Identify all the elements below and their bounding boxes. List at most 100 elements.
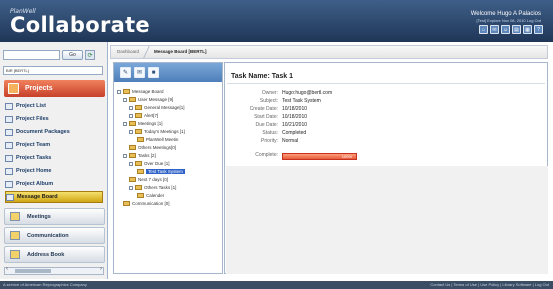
collapse-icon[interactable] bbox=[117, 89, 121, 94]
folder-icon bbox=[123, 201, 130, 207]
delete-icon[interactable]: ■ bbox=[148, 67, 159, 78]
tree-node[interactable]: Today's Meetings [1] bbox=[117, 128, 221, 136]
header-bar: PlanWell Collaborate Welcome Hugo A Pala… bbox=[0, 0, 553, 42]
scroll-left-icon[interactable]: ‹ bbox=[6, 266, 8, 272]
collapse-icon[interactable] bbox=[129, 161, 133, 166]
field-start-date: Start Date: 10/18/2010 bbox=[254, 114, 308, 120]
collapse-icon[interactable] bbox=[129, 185, 133, 190]
tree-node-selected[interactable]: Test Task System bbox=[117, 168, 221, 176]
mail-icon[interactable]: ✉ bbox=[490, 25, 499, 34]
tree-node[interactable]: PlanWell Meetin bbox=[117, 136, 221, 144]
file-icon bbox=[5, 115, 13, 123]
sidebar-item-project-album[interactable]: Project Album bbox=[5, 178, 103, 190]
sidebar-item-project-files[interactable]: Project Files bbox=[5, 113, 103, 125]
chart-icon[interactable]: ▤ bbox=[512, 25, 521, 34]
collapse-icon[interactable] bbox=[129, 113, 133, 118]
task-icon bbox=[137, 169, 144, 175]
category-address-book[interactable]: Address Book bbox=[4, 246, 105, 263]
refresh-icon[interactable]: ⟳ bbox=[85, 50, 95, 60]
go-button[interactable]: Go bbox=[62, 50, 83, 60]
tree-node[interactable]: Over Due [1] bbox=[117, 160, 221, 168]
sidebar: Go ⟳ BIR [BERTL] Projects Project List P… bbox=[0, 42, 108, 279]
breadcrumb-separator bbox=[136, 46, 150, 58]
folder-icon bbox=[129, 121, 136, 127]
sidebar-item-message-board[interactable]: Message Board bbox=[5, 191, 103, 203]
meeting-icon bbox=[137, 137, 144, 143]
brand-title: Collaborate bbox=[10, 13, 150, 37]
category-meetings[interactable]: Meetings bbox=[4, 208, 105, 225]
sidebar-item-project-home[interactable]: Project Home bbox=[5, 165, 103, 177]
folder-icon bbox=[129, 145, 136, 151]
folder-icon bbox=[135, 161, 142, 167]
print-icon[interactable]: ▦ bbox=[523, 25, 532, 34]
search-row: Go ⟳ bbox=[3, 50, 95, 60]
account-select[interactable]: BIR [BERTL] bbox=[3, 66, 103, 75]
folder-icon bbox=[129, 153, 136, 159]
sidebar-item-document-packages[interactable]: Document Packages bbox=[5, 126, 103, 138]
list-icon bbox=[5, 102, 13, 110]
field-status: Status: Completed bbox=[262, 130, 307, 136]
search-input[interactable] bbox=[3, 50, 60, 60]
tree-node[interactable]: Calender bbox=[117, 192, 221, 200]
home-icon[interactable]: ⌂ bbox=[479, 25, 488, 34]
collapse-icon[interactable] bbox=[129, 105, 133, 110]
footer: A service of American Reprographics Comp… bbox=[0, 281, 553, 289]
album-icon bbox=[5, 180, 13, 188]
new-message-icon[interactable]: ✎ bbox=[120, 67, 131, 78]
tree-node[interactable]: User Message [9] bbox=[117, 96, 221, 104]
email-icon[interactable]: ✉ bbox=[134, 67, 145, 78]
sidebar-item-project-list[interactable]: Project List bbox=[5, 100, 103, 112]
field-due-date: Due Date: 10/21/2010 bbox=[255, 122, 308, 128]
tasks-icon bbox=[5, 154, 13, 162]
folder-icon bbox=[129, 97, 136, 103]
tree-node[interactable]: General Message[1] bbox=[117, 104, 221, 112]
project-nav: Project List Project Files Document Pack… bbox=[5, 100, 103, 204]
tree-node[interactable]: Message Board bbox=[117, 88, 221, 96]
category-label: Meetings bbox=[27, 213, 51, 220]
projects-icon bbox=[8, 83, 19, 94]
breadcrumb-home[interactable]: Dashboard bbox=[117, 49, 139, 54]
category-label: Communication bbox=[27, 232, 69, 239]
header-icons: ⌂ ✉ ☺ ▤ ▦ ? bbox=[479, 25, 543, 34]
collapse-icon[interactable] bbox=[123, 97, 127, 102]
users-icon[interactable]: ☺ bbox=[501, 25, 510, 34]
divider bbox=[227, 83, 545, 84]
folder-icon bbox=[135, 185, 142, 191]
collapse-icon[interactable] bbox=[129, 129, 133, 134]
sidebar-scrollbar[interactable]: ‹ › bbox=[4, 266, 104, 275]
communication-icon bbox=[10, 231, 20, 240]
category-communication[interactable]: Communication bbox=[4, 227, 105, 244]
tree-toolbar: ✎ ✉ ■ bbox=[114, 63, 222, 82]
team-icon bbox=[5, 141, 13, 149]
task-detail-empty-area bbox=[226, 166, 548, 274]
meetings-icon bbox=[10, 212, 20, 221]
tree-node[interactable]: Communication [0] bbox=[117, 200, 221, 208]
tree-node[interactable]: Alert[7] bbox=[117, 112, 221, 120]
projects-section-header[interactable]: Projects bbox=[4, 80, 105, 97]
sidebar-item-project-team[interactable]: Project Team bbox=[5, 139, 103, 151]
folder-icon bbox=[135, 105, 142, 111]
tree-node[interactable]: Others Meetings[0] bbox=[117, 144, 221, 152]
help-icon[interactable]: ? bbox=[534, 25, 543, 34]
tree-node[interactable]: Next 7 days [0] bbox=[117, 176, 221, 184]
tree-node[interactable]: Others Tasks [1] bbox=[117, 184, 221, 192]
field-subject: Subject: Test Task System bbox=[259, 98, 321, 104]
collapse-icon[interactable] bbox=[123, 121, 127, 126]
scroll-right-icon[interactable]: › bbox=[100, 266, 102, 272]
tree-node[interactable]: Tasks [2] bbox=[117, 152, 221, 160]
progress-text: 100% bbox=[341, 154, 352, 159]
address-book-icon bbox=[10, 250, 20, 259]
footer-links[interactable]: Contact Us | Terms of Use | Use Policy |… bbox=[430, 281, 549, 289]
tree-node[interactable]: Meetings [1] bbox=[117, 120, 221, 128]
scroll-thumb[interactable] bbox=[15, 269, 51, 273]
collapse-icon[interactable] bbox=[123, 153, 127, 158]
field-create-date: Create Date: 10/18/2010 bbox=[249, 106, 308, 112]
welcome-text: Welcome Hugo A Palacios bbox=[470, 11, 541, 17]
footer-company: A service of American Reprographics Comp… bbox=[3, 282, 87, 287]
section-title: Projects bbox=[25, 85, 53, 92]
header-date: [Test] Explore Nov 08, 2010 Log Out bbox=[476, 18, 541, 23]
app-window: PlanWell Collaborate Welcome Hugo A Pala… bbox=[0, 0, 553, 289]
home-icon bbox=[5, 167, 13, 175]
folder-icon bbox=[135, 129, 142, 135]
sidebar-item-project-tasks[interactable]: Project Tasks bbox=[5, 152, 103, 164]
